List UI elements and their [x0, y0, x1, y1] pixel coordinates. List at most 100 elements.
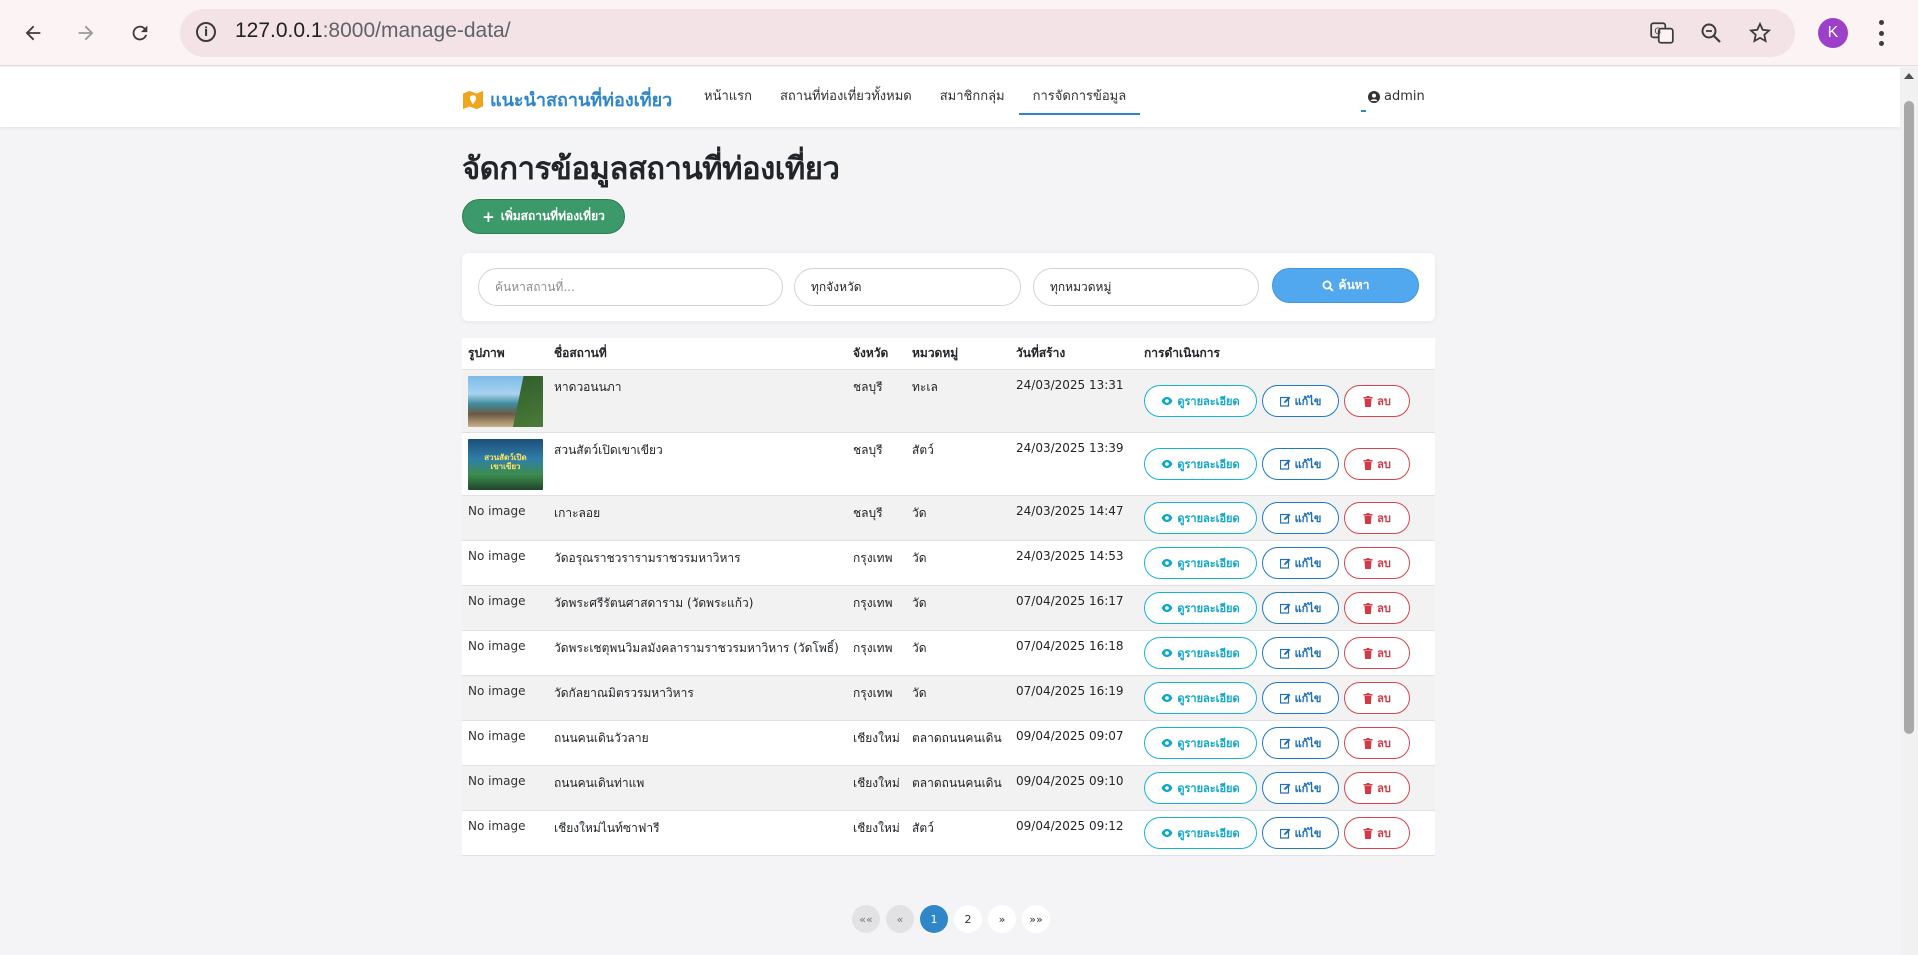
add-place-button[interactable]: + เพิ่มสถานที่ท่องเที่ยว	[462, 199, 625, 234]
site-info-icon[interactable]: i	[196, 22, 216, 42]
eye-icon	[1161, 784, 1173, 792]
scroll-up-arrow-icon[interactable]	[1904, 73, 1914, 79]
view-details-button[interactable]: ดูรายละเอียด	[1144, 547, 1257, 579]
delete-button[interactable]: ลบ	[1344, 772, 1410, 804]
view-details-button[interactable]: ดูรายละเอียด	[1144, 772, 1257, 804]
no-image-alt: No image	[468, 729, 526, 743]
reload-icon[interactable]	[124, 17, 156, 49]
translate-icon[interactable]: G	[1646, 17, 1678, 49]
place-category: ตลาดถนนคนเดิน	[912, 776, 1002, 790]
nav-manage-data[interactable]: การจัดการข้อมูล	[1018, 89, 1141, 115]
place-name: สวนสัตว์เปิดเขาเขียว	[554, 443, 663, 457]
place-province: ชลบุรี	[853, 506, 883, 520]
edit-label: แก้ไข	[1294, 827, 1322, 840]
page-first-button[interactable]: ««	[852, 905, 880, 933]
view-details-button[interactable]: ดูรายละเอียด	[1144, 448, 1257, 480]
page-next-button[interactable]: »	[988, 905, 1016, 933]
place-thumbnail: สวนสัตว์เปิด เขาเขียว	[468, 439, 543, 490]
nav-all-places[interactable]: สถานที่ท่องเที่ยวทั้งหมด	[766, 89, 926, 115]
view-details-button[interactable]: ดูรายละเอียด	[1144, 385, 1257, 417]
row-actions: ดูรายละเอียด แก้ไข ลบ	[1144, 631, 1435, 675]
user-circle-icon	[1368, 90, 1380, 103]
search-icon	[1322, 280, 1334, 292]
places-table: รูปภาพ ชื่อสถานที่ จังหวัด หมวดหมู่ วันท…	[462, 338, 1435, 856]
search-input[interactable]: ค้นหาสถานที่...	[478, 268, 783, 306]
view-details-button[interactable]: ดูรายละเอียด	[1144, 817, 1257, 849]
row-actions: ดูรายละเอียด แก้ไข ลบ	[1144, 676, 1435, 720]
page-1-button[interactable]: 1	[920, 905, 948, 933]
page-last-button[interactable]: »»	[1022, 905, 1050, 933]
page-prev-button[interactable]: «	[886, 905, 914, 933]
delete-button[interactable]: ลบ	[1344, 448, 1410, 480]
search-button[interactable]: ค้นหา	[1272, 268, 1419, 303]
edit-button[interactable]: แก้ไข	[1262, 817, 1339, 849]
edit-label: แก้ไข	[1294, 557, 1322, 570]
edit-button[interactable]: แก้ไข	[1262, 385, 1339, 417]
url-text[interactable]: 127.0.0.1:8000/manage-data/	[235, 19, 511, 43]
delete-button[interactable]: ลบ	[1344, 592, 1410, 624]
place-name: เกาะลอย	[554, 506, 601, 520]
trash-icon	[1363, 827, 1373, 839]
place-category: ทะเล	[912, 380, 938, 394]
nav-members[interactable]: สมาชิกกลุ่ม	[926, 89, 1019, 115]
profile-avatar[interactable]: K	[1818, 18, 1848, 48]
forward-icon[interactable]	[70, 17, 102, 49]
table-row: No image เกาะลอย ชลบุรี วัด 24/03/2025 14:47…	[462, 496, 1435, 541]
delete-button[interactable]: ลบ	[1344, 817, 1410, 849]
table-row: No image เชียงใหม่ไนท์ซาฟารี เชียงใหม่ สัตว…	[462, 811, 1435, 856]
search-button-label: ค้นหา	[1338, 278, 1370, 292]
edit-button[interactable]: แก้ไข	[1262, 682, 1339, 714]
edit-button[interactable]: แก้ไข	[1262, 592, 1339, 624]
trash-icon	[1363, 737, 1373, 749]
edit-icon	[1279, 783, 1290, 794]
nav-home[interactable]: หน้าแรก	[690, 89, 766, 115]
edit-button[interactable]: แก้ไข	[1262, 547, 1339, 579]
image-cell	[462, 370, 554, 432]
delete-button[interactable]: ลบ	[1344, 502, 1410, 534]
edit-button[interactable]: แก้ไข	[1262, 772, 1339, 804]
page-2-button[interactable]: 2	[954, 905, 982, 933]
edit-button[interactable]: แก้ไข	[1262, 637, 1339, 669]
category-select[interactable]: ทุกหมวดหมู่	[1033, 268, 1259, 306]
delete-button[interactable]: ลบ	[1344, 682, 1410, 714]
delete-button[interactable]: ลบ	[1344, 385, 1410, 417]
view-details-button[interactable]: ดูรายละเอียด	[1144, 727, 1257, 759]
place-name: เชียงใหม่ไนท์ซาฟารี	[554, 821, 660, 835]
no-image-alt: No image	[468, 684, 526, 698]
view-details-button[interactable]: ดูรายละเอียด	[1144, 502, 1257, 534]
page-scrollbar[interactable]	[1900, 67, 1918, 955]
delete-label: ลบ	[1377, 458, 1391, 471]
delete-button[interactable]: ลบ	[1344, 547, 1410, 579]
browser-menu-icon[interactable]	[1876, 20, 1886, 46]
delete-button[interactable]: ลบ	[1344, 727, 1410, 759]
trash-icon	[1363, 458, 1373, 470]
brand-link[interactable]: แนะนำสถานที่ท่องเที่ยว	[462, 85, 672, 114]
table-row: No image วัดพระเชตุพนวิมลมังคลารามราชวรมห…	[462, 631, 1435, 676]
place-name: ถนนคนเดินท่าแพ	[554, 776, 645, 790]
edit-button[interactable]: แก้ไข	[1262, 448, 1339, 480]
edit-button[interactable]: แก้ไข	[1262, 502, 1339, 534]
view-details-button[interactable]: ดูรายละเอียด	[1144, 682, 1257, 714]
province-select[interactable]: ทุกจังหวัด	[794, 268, 1021, 306]
place-category: สัตว์	[912, 443, 934, 457]
no-image-alt: No image	[468, 549, 526, 563]
image-cell: No image	[462, 811, 554, 855]
edit-button[interactable]: แก้ไข	[1262, 727, 1339, 759]
zoom-icon[interactable]	[1695, 17, 1727, 49]
edit-icon	[1279, 693, 1290, 704]
user-menu[interactable]: admin	[1368, 89, 1425, 104]
view-details-button[interactable]: ดูรายละเอียด	[1144, 592, 1257, 624]
place-created: 09/04/2025 09:07	[1016, 729, 1124, 743]
place-thumbnail	[468, 376, 543, 427]
back-icon[interactable]	[17, 17, 49, 49]
view-details-button[interactable]: ดูรายละเอียด	[1144, 637, 1257, 669]
delete-label: ลบ	[1377, 512, 1391, 525]
place-province: กรุงเทพ	[853, 641, 893, 655]
delete-button[interactable]: ลบ	[1344, 637, 1410, 669]
bookmark-star-icon[interactable]	[1744, 17, 1776, 49]
no-image-alt: No image	[468, 594, 526, 608]
scrollbar-thumb[interactable]	[1904, 101, 1914, 734]
edit-icon	[1279, 738, 1290, 749]
view-details-label: ดูรายละเอียด	[1177, 395, 1240, 408]
delete-label: ลบ	[1377, 692, 1391, 705]
